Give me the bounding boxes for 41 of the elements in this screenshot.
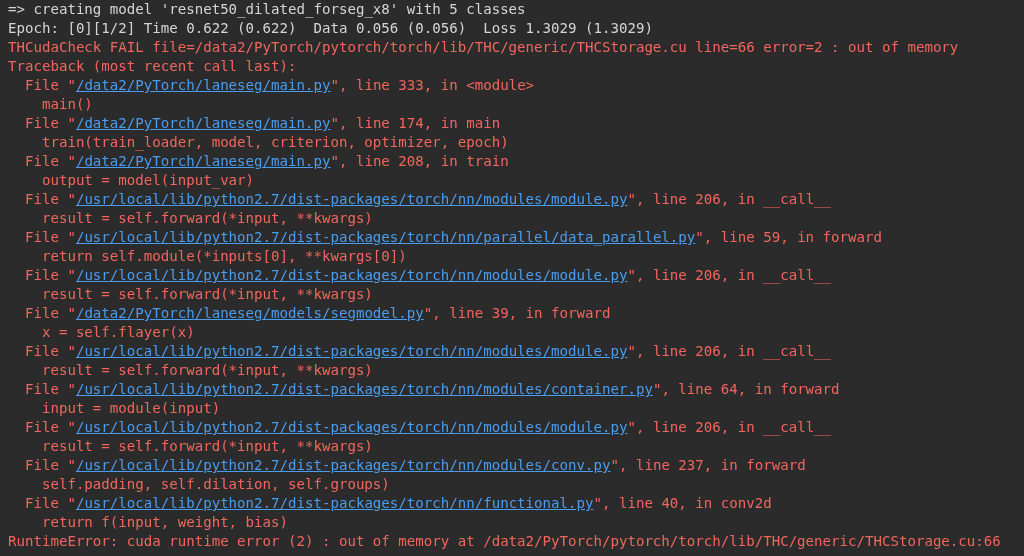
traceback-frame-line: File "/data2/PyTorch/laneseg/models/segmodel.py", line 39, in forward xyxy=(23,304,611,323)
error-line: Traceback (most recent call last): xyxy=(8,57,297,76)
file-path-link[interactable]: /usr/local/lib/python2.7/dist-packages/torch/nn/modules/container.py xyxy=(75,381,653,397)
file-path-link[interactable]: /usr/local/lib/python2.7/dist-packages/torch/nn/parallel/data_parallel.py xyxy=(75,229,696,245)
output-line: Epoch: [0][1/2] Time 0.622 (0.622) Data 0.056 (0.056) Loss 1.3029 (1.3029) xyxy=(8,19,653,38)
traceback-frame-line: File "/usr/local/lib/python2.7/dist-packages/torch/nn/modules/module.py", line 206, in __call__ xyxy=(23,342,832,361)
source-code-line: self.padding, self.dilation, self.groups) xyxy=(40,475,390,494)
source-code-line: result = self.forward(*input, **kwargs) xyxy=(40,361,373,380)
source-code-line: x = self.flayer(x) xyxy=(40,323,195,342)
file-path-link[interactable]: /usr/local/lib/python2.7/dist-packages/torch/nn/modules/conv.py xyxy=(75,457,611,473)
file-path-link[interactable]: /data2/PyTorch/laneseg/models/segmodel.py xyxy=(75,305,424,321)
source-code-line: return self.module(*inputs[0], **kwargs[0]) xyxy=(40,247,407,266)
file-path-link[interactable]: /usr/local/lib/python2.7/dist-packages/torch/nn/functional.py xyxy=(75,495,594,511)
traceback-frame-line: File "/usr/local/lib/python2.7/dist-packages/torch/nn/modules/conv.py", line 237, in forward xyxy=(23,456,806,475)
file-path-link[interactable]: /usr/local/lib/python2.7/dist-packages/torch/nn/modules/module.py xyxy=(75,191,628,207)
output-line: => creating model 'resnet50_dilated_forseg_x8' with 5 classes xyxy=(8,0,526,19)
traceback-frame-line: File "/usr/local/lib/python2.7/dist-packages/torch/nn/modules/module.py", line 206, in __call__ xyxy=(23,418,832,437)
source-code-line: result = self.forward(*input, **kwargs) xyxy=(40,285,373,304)
traceback-frame-line: File "/usr/local/lib/python2.7/dist-packages/torch/nn/modules/module.py", line 206, in __call__ xyxy=(23,266,832,285)
file-path-link[interactable]: /usr/local/lib/python2.7/dist-packages/torch/nn/modules/module.py xyxy=(75,419,628,435)
source-code-line: input = module(input) xyxy=(40,399,221,418)
traceback-frame-line: File "/data2/PyTorch/laneseg/main.py", line 208, in train xyxy=(23,152,509,171)
file-path-link[interactable]: /data2/PyTorch/laneseg/main.py xyxy=(75,115,331,131)
error-line: THCudaCheck FAIL file=/data2/PyTorch/pytorch/torch/lib/THC/generic/THCStorage.cu line=66 error=2 : out of memory xyxy=(8,38,959,57)
traceback-frame-line: File "/usr/local/lib/python2.7/dist-packages/torch/nn/modules/container.py", line 64, in forward xyxy=(23,380,840,399)
source-code-line: result = self.forward(*input, **kwargs) xyxy=(40,437,373,456)
traceback-frame-line: File "/usr/local/lib/python2.7/dist-packages/torch/nn/parallel/data_parallel.py", line 59, in forward xyxy=(23,228,882,247)
source-code-line: return f(input, weight, bias) xyxy=(40,513,288,532)
file-path-link[interactable]: /data2/PyTorch/laneseg/main.py xyxy=(75,77,331,93)
file-path-link[interactable]: /usr/local/lib/python2.7/dist-packages/torch/nn/modules/module.py xyxy=(75,343,628,359)
source-code-line: output = model(input_var) xyxy=(40,171,255,190)
source-code-line: train(train_loader, model, criterion, optimizer, epoch) xyxy=(40,133,509,152)
file-path-link[interactable]: /data2/PyTorch/laneseg/main.py xyxy=(75,153,331,169)
traceback-frame-line: File "/usr/local/lib/python2.7/dist-packages/torch/nn/functional.py", line 40, in conv2d xyxy=(23,494,772,513)
source-code-line: result = self.forward(*input, **kwargs) xyxy=(40,209,373,228)
source-code-line: main() xyxy=(40,95,93,114)
error-line: RuntimeError: cuda runtime error (2) : out of memory at /data2/PyTorch/pytorch/torch/lib/THC/generic/THCStorage.cu:66 xyxy=(8,532,1001,551)
traceback-frame-line: File "/data2/PyTorch/laneseg/main.py", line 333, in <module> xyxy=(23,76,535,95)
traceback-frame-line: File "/data2/PyTorch/laneseg/main.py", line 174, in main xyxy=(23,114,501,133)
file-path-link[interactable]: /usr/local/lib/python2.7/dist-packages/torch/nn/modules/module.py xyxy=(75,267,628,283)
traceback-frame-line: File "/usr/local/lib/python2.7/dist-packages/torch/nn/modules/module.py", line 206, in __call__ xyxy=(23,190,832,209)
